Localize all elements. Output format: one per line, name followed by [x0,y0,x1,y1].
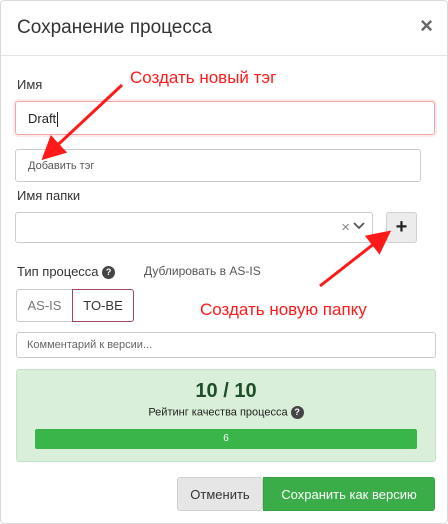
clear-icon[interactable]: × [341,219,350,236]
folder-select[interactable]: × [15,212,373,243]
close-icon[interactable]: × [420,15,433,37]
tag-input[interactable]: Добавить тэг [15,149,421,182]
annotation-create-folder: Создать новую папку [200,300,367,319]
name-label: Имя [17,77,43,92]
rating-progress-bar: 6 [35,429,417,449]
to-be-button[interactable]: TO-BE [72,289,134,322]
chevron-down-icon[interactable] [352,218,366,232]
annotation-create-tag: Создать новый тэг [130,68,277,87]
dialog-header: Сохранение процесса × [1,1,447,56]
rating-score: 10 / 10 [195,380,257,402]
process-type-toggle: AS-IS TO-BE [16,289,134,322]
rating-label-wrap: Рейтинг качества процесса ? [17,406,435,419]
help-icon[interactable]: ? [290,406,304,419]
name-input-value: Draft [28,111,57,126]
add-folder-button[interactable]: + [386,212,417,243]
dialog-title: Сохранение процесса [17,17,212,38]
text-cursor [57,112,59,128]
name-input[interactable]: Draft [15,101,435,135]
cancel-button[interactable]: Отменить [177,477,263,511]
duplicate-as-is-toggle[interactable]: Дублировать в AS-IS [144,264,261,278]
as-is-button[interactable]: AS-IS [16,289,73,322]
help-icon[interactable]: ? [102,266,116,280]
rating-label: Рейтинг качества процесса [148,406,288,419]
folder-label: Имя папки [17,188,81,203]
save-version-button[interactable]: Сохранить как версию [263,477,435,511]
rating-panel: 10 / 10 Рейтинг качества процесса ? 6 [16,369,436,462]
process-type-label-wrap: Тип процесса ? [17,264,116,280]
process-type-label: Тип процесса [17,264,99,279]
rating-progress-fill: 6 [35,429,417,449]
version-comment-input[interactable]: Комментарий к версии... [16,332,436,358]
